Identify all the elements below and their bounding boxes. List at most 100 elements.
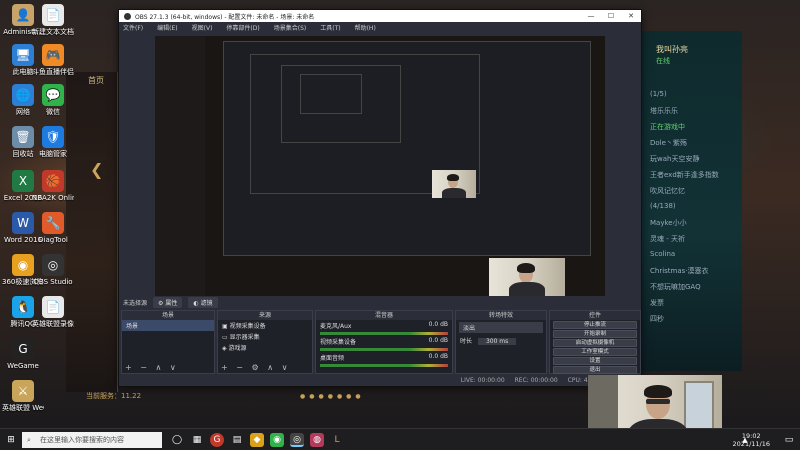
word-icon: W — [12, 212, 34, 234]
friend-list-item[interactable]: 灵魂 - 天祈 — [650, 234, 685, 244]
taskbar: ⊞ ⌕ 在这里输入你要搜索的内容 ◯ ▦ G ▤ ◆ ◉ ◎ ◍ L 19:02… — [0, 428, 800, 450]
source-item[interactable]: ▣ 视频采集设备 — [218, 320, 312, 331]
chrome-icon[interactable]: G — [210, 433, 224, 447]
desktop-icon-game-booster[interactable]: 🎮 斗鱼直播伴侣 — [32, 44, 74, 77]
friend-list-item[interactable]: 吹风记忆忆 — [650, 186, 685, 196]
pc-manager-icon: 🛡 — [42, 126, 64, 148]
desktop-icon-nba2k[interactable]: 🏀 NBA2K Online — [32, 170, 74, 203]
wechat-taskbar-icon[interactable]: ◉ — [270, 433, 284, 447]
menu-item[interactable]: 视图(V) — [192, 23, 213, 32]
obs-preview[interactable] — [155, 36, 605, 298]
stop-streaming-button[interactable]: 停止推流 — [553, 321, 637, 329]
friend-list-item[interactable]: 塔乐乐乐 — [650, 106, 678, 116]
friend-list-item[interactable]: 王者exd新手逢多指数 — [650, 170, 719, 180]
live-time: LIVE: 00:00:00 — [460, 376, 505, 384]
lol-chevron-left-icon[interactable]: ❮ — [90, 160, 103, 179]
friend-list-item[interactable]: 发票 — [650, 298, 664, 308]
game-booster-icon: 🎮 — [42, 44, 64, 66]
friend-list-item[interactable]: (1/5) — [650, 90, 667, 98]
preview-webcam-small — [432, 170, 476, 198]
desktop-icon-label: WeGame — [7, 362, 39, 370]
desktop-icon-new-doc[interactable]: 📄 新建文本文档 — [32, 4, 74, 37]
obs-statusbar: LIVE: 00:00:00 REC: 00:00:00 CPU: 4.1%, … — [119, 374, 641, 386]
menu-item[interactable]: 场景集合(S) — [274, 23, 307, 32]
menu-item[interactable]: 编辑(E) — [157, 23, 177, 32]
properties-button[interactable]: ⚙ 属性 — [153, 296, 183, 308]
source-item[interactable]: ◈ 游戏源 — [218, 342, 312, 353]
start-recording-button[interactable]: 开始录制 — [553, 330, 637, 338]
transition-duration[interactable]: 时长 300 ms — [456, 335, 546, 346]
taskbar-search-box[interactable]: ⌕ 在这里输入你要搜索的内容 — [22, 432, 162, 448]
obs-titlebar[interactable]: OBS 27.1.3 (64-bit, windows) - 配置文件: 未命名… — [119, 10, 641, 22]
menu-item[interactable]: 文件(F) — [123, 23, 143, 32]
friend-list-item[interactable]: Mayke小小 — [650, 218, 687, 228]
transition-select[interactable]: 淡出 — [459, 322, 543, 333]
desktop-icon-recorder[interactable]: 📄 英雄联盟录像回放 — [32, 296, 74, 329]
exit-button[interactable]: 退出 — [553, 366, 637, 374]
mixer-meter[interactable] — [320, 364, 448, 367]
task-view-icon[interactable]: ◯ — [170, 433, 184, 447]
desktop-icon-obs[interactable]: ◎ OBS Studio — [32, 254, 74, 287]
friend-list-item[interactable]: Christmas·漠塞衣 — [650, 266, 709, 276]
mixer-dock-title: 混音器 — [316, 311, 452, 320]
desktop-icon-label: 新建文本文档 — [32, 28, 74, 36]
taskbar-app-icon[interactable]: ◆ — [250, 433, 264, 447]
minimize-icon[interactable]: — — [581, 10, 601, 22]
virtual-camera-button[interactable]: 启动虚拟摄像机 — [553, 339, 637, 347]
maximize-icon[interactable]: ☐ — [601, 10, 621, 22]
preview-nested-window-3 — [281, 65, 401, 143]
taskbar-app-icon[interactable]: ▦ — [190, 433, 204, 447]
obs-window[interactable]: OBS 27.1.3 (64-bit, windows) - 配置文件: 未命名… — [118, 9, 642, 387]
controls-dock-title: 控件 — [550, 311, 640, 320]
menu-item[interactable]: 停靠部件(D) — [226, 23, 259, 32]
admin-icon: 👤 — [12, 4, 34, 26]
lol-user-name[interactable]: 我叫孙亮 — [656, 44, 688, 55]
computer-icon: 🖥 — [12, 44, 34, 66]
friend-list-item[interactable]: Dole丶紫殇 — [650, 138, 687, 148]
taskbar-app-icon[interactable]: ◍ — [310, 433, 324, 447]
source-item[interactable]: ▭ 显示器采集 — [218, 331, 312, 342]
desktop-icon-wechat[interactable]: 💬 微信 — [32, 84, 74, 117]
lol-home-tab[interactable]: 首页 — [88, 75, 104, 86]
desktop-icon-wegame2[interactable]: ⚔ 英雄联盟 WeGame版 — [2, 380, 44, 413]
close-icon[interactable]: ✕ — [621, 10, 641, 22]
desktop-icon-label: DiagTool — [38, 236, 68, 244]
tray-network-icon[interactable]: ▲ — [738, 433, 752, 447]
friend-list-item[interactable]: Scolina — [650, 250, 675, 258]
desktop-icon-diagtool[interactable]: 🔧 DiagTool — [32, 212, 74, 245]
sources-dock: 来源 ▣ 视频采集设备 ▭ 显示器采集 ◈ 游戏源 + − ⚙ ∧ ∨ — [217, 310, 313, 374]
mixer-channel: 麦克风/Aux 0.0 dB — [320, 321, 448, 330]
desktop-icon-wegame[interactable]: G WeGame — [2, 338, 44, 371]
friend-list-item[interactable]: 玩wah天空安静 — [650, 154, 699, 164]
obs-taskbar-icon[interactable]: ◎ — [290, 433, 304, 447]
friend-list-item[interactable]: 不想玩嘛加GAQ — [650, 282, 701, 292]
scene-item[interactable]: 场景 — [122, 320, 214, 331]
lol-user-status: 在线 — [656, 57, 670, 65]
friend-list-item[interactable]: 正在游戏中 — [650, 122, 685, 132]
menu-item[interactable]: 工具(T) — [320, 23, 340, 32]
sources-dock-title: 来源 — [218, 311, 312, 320]
lol-carousel-dots[interactable]: ●●●●●●● — [300, 393, 365, 400]
scenes-dock-controls[interactable]: + − ∧ ∨ — [125, 363, 179, 372]
desktop-icon-pc-manager[interactable]: 🛡 电脑管家 — [32, 126, 74, 159]
new-doc-icon: 📄 — [42, 4, 64, 26]
windows-start-icon[interactable]: ⊞ — [4, 433, 18, 447]
lol-taskbar-icon[interactable]: L — [330, 433, 344, 447]
taskbar-app-icon[interactable]: ▤ — [230, 433, 244, 447]
studio-mode-button[interactable]: 工作室模式 — [553, 348, 637, 356]
diagtool-icon: 🔧 — [42, 212, 64, 234]
sources-dock-controls[interactable]: + − ⚙ ∧ ∨ — [221, 363, 290, 372]
preview-nested-window-4 — [300, 74, 362, 114]
mixer-meter[interactable] — [320, 348, 448, 351]
mixer-channel: 桌面音频 0.0 dB — [320, 353, 448, 362]
desktop-icon-label: 微信 — [46, 108, 60, 116]
notification-icon[interactable]: ▭ — [782, 433, 796, 447]
obs-source-toolbar: 未选择源 ⚙ 属性 ◐ 滤镜 — [119, 296, 641, 308]
friend-list-item[interactable]: 四秒 — [650, 314, 664, 324]
settings-button[interactable]: 设置 — [553, 357, 637, 365]
lol-server-version: 当前服务：11.22 — [86, 392, 142, 400]
filters-button[interactable]: ◐ 滤镜 — [188, 296, 218, 308]
menu-item[interactable]: 帮助(H) — [355, 23, 376, 32]
mixer-meter[interactable] — [320, 332, 448, 335]
friend-list-item[interactable]: (4/138) — [650, 202, 676, 210]
